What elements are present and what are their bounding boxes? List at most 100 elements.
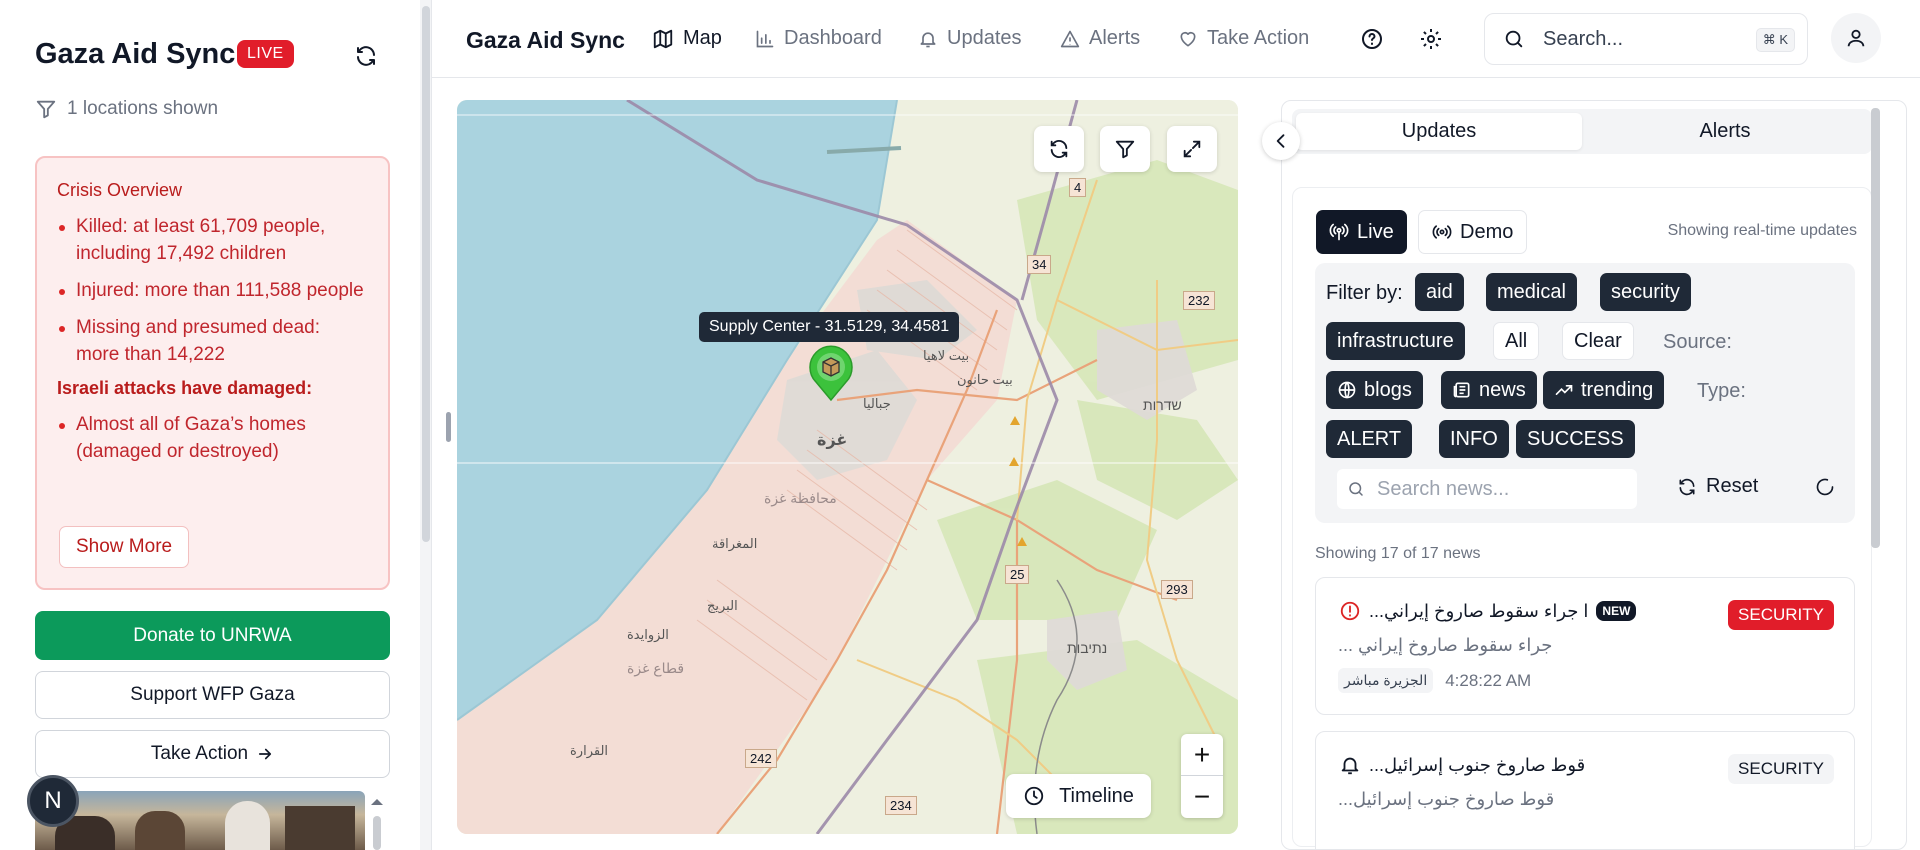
search-icon [1347,480,1365,498]
damage-item-homes: Almost all of Gaza’s homes (damaged or d… [57,411,368,465]
newspaper-icon [1452,380,1472,400]
news-item[interactable]: ...ا جراء سقوط صاروخ إيراني NEW SECURITY… [1315,577,1855,715]
panel-scrollbar[interactable] [1871,108,1880,548]
filter-chip-aid[interactable]: aid [1415,273,1464,311]
donate-unrwa-button[interactable]: Donate to UNRWA [35,611,390,660]
road-label: 34 [1027,255,1052,274]
map-filter-button[interactable] [1100,126,1150,172]
user-icon [1845,27,1867,49]
take-action-label: Take Action [150,743,249,764]
nav-alerts[interactable]: Alerts [1060,27,1140,50]
tab-updates[interactable]: Updates [1296,113,1582,150]
tab-alerts[interactable]: Alerts [1582,113,1868,150]
news-time: 4:28:22 AM [1445,670,1532,690]
crisis-stat-missing: Missing and presumed dead: more than 14,… [57,314,368,368]
heart-icon [1178,29,1198,49]
type-chip-alert[interactable]: ALERT [1326,420,1413,458]
map-place-label: נתיבות [1067,640,1108,656]
source-chip-blogs-label: blogs [1364,378,1412,401]
new-badge: NEW [1596,601,1637,621]
filter-chip-infrastructure[interactable]: infrastructure [1326,322,1465,360]
source-chip-news-label: news [1479,378,1526,401]
take-action-button[interactable]: Take Action [35,730,390,778]
live-mode-label: Live [1357,220,1394,243]
nav-map[interactable]: Map [652,27,722,50]
realtime-status: Showing real-time updates [1667,222,1857,239]
search-placeholder: Search... [1543,27,1624,50]
nav-dashboard-label: Dashboard [784,27,882,49]
source-chip-trending[interactable]: trending [1543,371,1665,409]
zoom-out-button[interactable]: − [1181,776,1223,818]
live-mode-button[interactable]: Live [1316,210,1407,254]
news-source: الجزيرة مباشر [1338,668,1434,693]
supply-center-marker[interactable] [806,344,856,402]
filter-clear-button[interactable]: Clear [1562,322,1634,360]
warning-icon [1060,29,1080,49]
crisis-heading: Crisis Overview [57,180,183,200]
source-chip-news[interactable]: news [1441,371,1537,409]
reset-label: Reset [1706,475,1759,497]
locations-count: 1 locations shown [35,98,218,120]
bell-icon [918,29,938,49]
panel-tabs: Updates Alerts [1292,109,1872,154]
news-item[interactable]: ...قوط صاروخ جنوب إسرائيل SECURITY ...قو… [1315,731,1855,849]
global-search-input[interactable]: Search... ⌘ K [1484,13,1808,65]
timeline-label: Timeline [1059,784,1134,807]
type-chip-success[interactable]: SUCCESS [1516,420,1635,458]
collapse-panel-button[interactable] [1262,122,1300,160]
news-search-placeholder: Search news... [1377,477,1510,500]
crisis-stat-injured: Injured: more than 111,588 people [57,277,368,304]
map-place-label: القرارة [570,743,609,758]
crisis-stat-killed: Killed: at least 61,709 people, includin… [57,213,368,267]
damage-list: Almost all of Gaza’s homes (damaged or d… [57,411,368,465]
loading-spinner-icon [1815,477,1835,497]
gear-icon[interactable] [1419,27,1443,51]
nav-updates[interactable]: Updates [918,27,1022,50]
marker-tooltip: Supply Center - 31.5129, 34.4581 [699,312,960,342]
nav-dashboard[interactable]: Dashboard [755,27,882,50]
zoom-in-button[interactable]: + [1181,734,1223,776]
alert-circle-icon [1339,600,1361,622]
user-avatar[interactable]: N [27,775,79,827]
sidebar-resize-handle[interactable] [446,412,451,442]
news-search-input[interactable]: Search news... [1337,469,1637,509]
map-place-label: بيت حانون [957,372,1013,387]
source-chip-blogs[interactable]: blogs [1326,371,1423,409]
map-view[interactable]: 4 34 232 25 293 242 234 بيت لاهيا بيت حا… [457,100,1238,834]
map-refresh-button[interactable] [1034,126,1084,172]
filter-chip-security[interactable]: security [1600,273,1691,311]
reset-button[interactable]: Reset [1677,475,1758,498]
show-more-button[interactable]: Show More [59,526,190,568]
nav-updates-label: Updates [947,27,1022,49]
refresh-icon [1048,138,1070,160]
source-chip-trending-label: trending [1581,378,1654,401]
crisis-stats-list: Killed: at least 61,709 people, includin… [57,213,368,368]
demo-mode-button[interactable]: Demo [1418,210,1528,254]
help-icon[interactable] [1360,27,1384,51]
map-fullscreen-button[interactable] [1167,126,1217,172]
type-chip-info[interactable]: INFO [1439,420,1509,458]
news-item-title-text: ...قوط صاروخ جنوب إسرائيل [1369,754,1586,775]
timeline-button[interactable]: Timeline [1006,774,1151,818]
category-badge: SECURITY [1728,754,1834,784]
refresh-icon[interactable] [354,44,378,68]
search-icon [1503,28,1525,50]
user-menu-button[interactable] [1831,13,1881,63]
map-tiles [457,100,1238,834]
sidebar-scrollbar[interactable] [420,0,431,850]
live-badge: LIVE [237,40,294,68]
filter-chip-medical[interactable]: medical [1486,273,1577,311]
nav-take-action-label: Take Action [1207,27,1310,49]
photo-scrollbar[interactable] [368,793,386,850]
map-place-label: غزة [817,432,848,449]
news-item-summary: ...قوط صاروخ جنوب إسرائيل [1338,789,1555,809]
support-wfp-button[interactable]: Support WFP Gaza [35,671,390,719]
filter-icon [35,98,57,120]
nav-take-action[interactable]: Take Action [1178,27,1309,50]
road-label: 232 [1183,291,1215,310]
road-label: 4 [1069,178,1087,197]
map-place-label: محافظة غزة [764,490,837,506]
filter-all-button[interactable]: All [1493,322,1540,360]
category-badge: SECURITY [1728,600,1834,630]
sidebar: Gaza Aid Sync LIVE 1 locations shown Cri… [0,0,432,850]
